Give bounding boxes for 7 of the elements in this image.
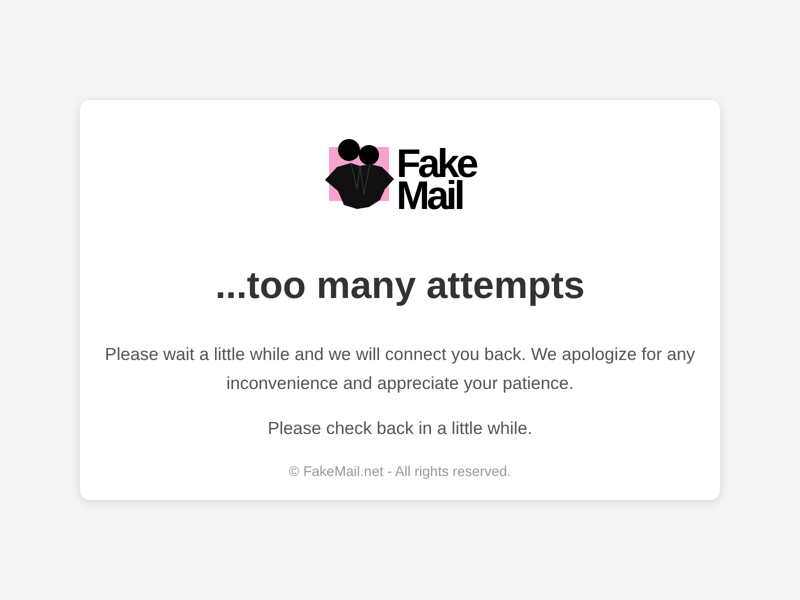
logo-icon: [324, 139, 394, 209]
copyright-text: © FakeMail.net - All rights reserved.: [289, 462, 511, 481]
message-text: Please wait a little while and we will connect you back. We apologize for any inconvenience and appreciate your patience.: [104, 343, 696, 395]
message-text: Please check back in a little while.: [268, 417, 532, 440]
heading: ...too many attempts: [215, 264, 585, 309]
logo-text: Fake: [396, 148, 476, 180]
logo-text: Mail: [396, 180, 462, 212]
